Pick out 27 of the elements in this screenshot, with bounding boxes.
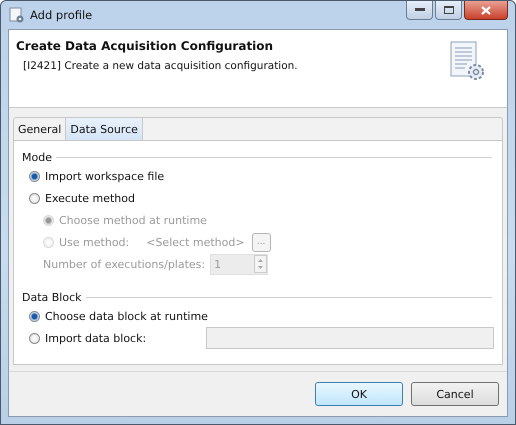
dialog-button[interactable]: Cancel (411, 382, 499, 406)
maximize-icon (444, 6, 454, 14)
group-title: Data Block (22, 290, 82, 304)
minimize-button[interactable] (406, 1, 433, 20)
method-value: <Select method> (146, 236, 245, 248)
document-gear-icon (449, 41, 485, 81)
radio-label[interactable]: Import workspace file (45, 170, 164, 182)
radio-button[interactable] (29, 332, 40, 344)
tab[interactable]: Data Source (66, 118, 143, 140)
maximize-button[interactable] (435, 1, 462, 20)
minimize-icon (414, 8, 424, 12)
close-icon (481, 6, 491, 14)
radio-button[interactable] (29, 192, 40, 204)
radio-label[interactable]: Import data block: (45, 332, 146, 344)
window-title: Add profile (30, 8, 92, 22)
window-icon (9, 7, 25, 23)
dialog-button[interactable]: OK (315, 382, 403, 406)
group-title: Mode (22, 150, 52, 164)
radio-label[interactable]: Choose data block at runtime (45, 310, 208, 322)
radio-button[interactable] (29, 170, 40, 182)
header-title: Create Data Acquisition Configuration (16, 39, 274, 53)
radio-button[interactable] (29, 310, 40, 322)
input-field[interactable] (206, 327, 494, 349)
header-description: [I2421] Create a new data acquisition configuration. (23, 60, 299, 72)
executions-label: Number of executions/plates: (43, 258, 206, 270)
radio-label[interactable]: Execute method (45, 192, 135, 204)
close-button[interactable] (464, 1, 508, 20)
